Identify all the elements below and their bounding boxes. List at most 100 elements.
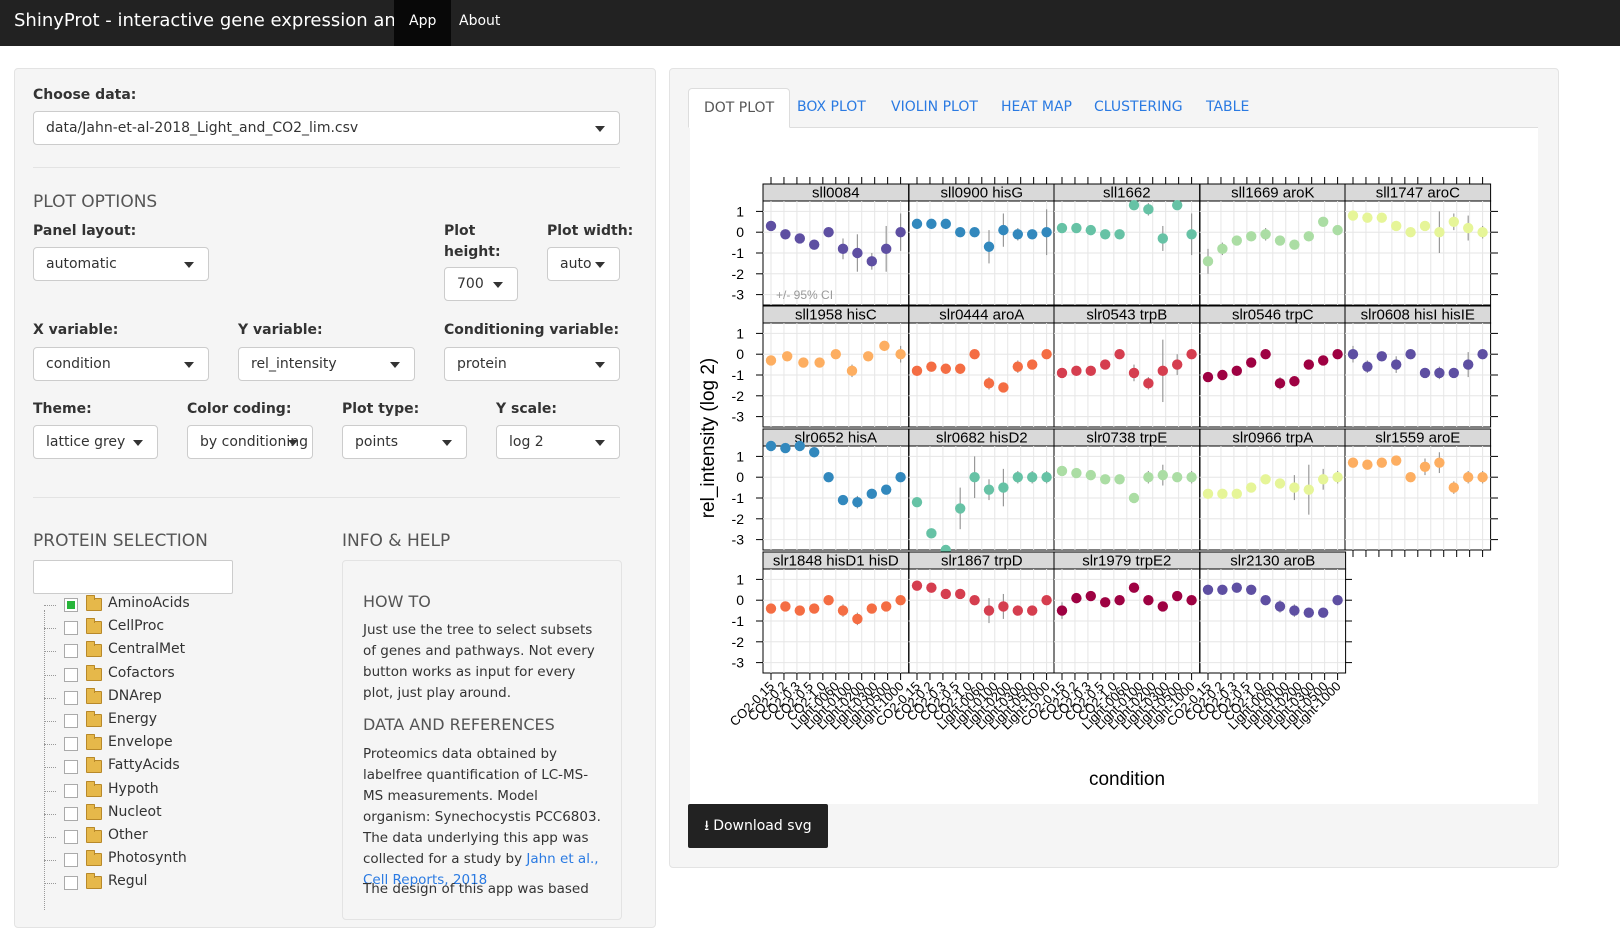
y-tick-label: 0 <box>736 224 744 240</box>
data-point <box>1056 605 1068 616</box>
data-point <box>1041 227 1052 238</box>
folder-icon <box>86 780 102 797</box>
plot-width-select[interactable]: auto <box>547 247 620 281</box>
protein-search-input[interactable] <box>33 560 233 594</box>
y-tick-label: -1 <box>732 245 745 261</box>
data-point <box>1128 582 1140 593</box>
nav-tab-app[interactable]: App <box>394 0 452 46</box>
chevron-down-icon <box>288 440 298 446</box>
data-point <box>794 440 805 452</box>
tree-item[interactable]: Regul <box>30 872 330 894</box>
tree-item[interactable]: Cofactors <box>30 664 330 686</box>
chevron-down-icon <box>595 126 605 132</box>
plot-type-select[interactable]: points <box>342 425 467 459</box>
y-scale-select[interactable]: log 2 <box>496 425 620 459</box>
checkbox[interactable] <box>64 667 78 682</box>
checkbox[interactable] <box>64 853 78 868</box>
data-point <box>1172 359 1183 370</box>
checkbox[interactable] <box>64 760 78 775</box>
tree-item[interactable]: Envelope <box>30 733 330 755</box>
checkbox[interactable] <box>64 690 78 705</box>
data-point <box>1041 349 1052 360</box>
data-point <box>814 357 825 368</box>
folder-icon <box>86 595 102 611</box>
tree-item[interactable]: CellProc <box>30 617 330 639</box>
tree-connector <box>44 605 56 606</box>
tree-item[interactable]: Energy <box>30 710 330 732</box>
data-point <box>940 588 951 600</box>
panel-strip-label: sll0084 <box>812 185 860 202</box>
theme-value: lattice grey <box>46 434 126 450</box>
folder-icon <box>86 803 102 820</box>
choose-data-select[interactable]: data/Jahn-et-al-2018_Light_and_CO2_lim.c… <box>33 111 620 145</box>
data-point <box>1405 349 1416 360</box>
data-point <box>1071 365 1082 377</box>
x-axis-title: condition <box>1089 769 1165 790</box>
y-tick-label: 0 <box>736 592 744 608</box>
color-coding-label: Color coding: <box>187 401 292 417</box>
tree-item[interactable]: AminoAcids <box>30 594 330 616</box>
tab-table[interactable]: TABLE <box>1191 88 1264 128</box>
data-point <box>1114 474 1125 485</box>
data-point <box>1347 349 1359 360</box>
data-point <box>1217 584 1228 595</box>
tab-box-plot[interactable]: BOX PLOT <box>782 88 881 128</box>
data-point <box>1186 472 1197 483</box>
checkbox[interactable] <box>64 830 78 844</box>
checkbox[interactable] <box>64 876 78 891</box>
color-coding-select[interactable]: by conditioning <box>187 425 313 459</box>
tab-clustering[interactable]: CLUSTERING <box>1079 88 1198 128</box>
app-title[interactable]: ShinyProt - interactive gene expression … <box>14 10 446 31</box>
tree-item[interactable]: FattyAcids <box>30 756 330 778</box>
data-point <box>1391 455 1402 466</box>
data-point <box>1303 607 1315 618</box>
checkbox[interactable] <box>64 737 78 752</box>
download-svg-button[interactable]: ⭳ Download svg <box>688 804 828 848</box>
plot-height-select[interactable]: 700 <box>444 267 518 301</box>
tree-item[interactable]: CentralMet <box>30 640 330 662</box>
tree-item[interactable]: Other <box>30 826 330 848</box>
nav-tab-about[interactable]: About <box>444 0 515 46</box>
tree-item[interactable]: DNArep <box>30 687 330 709</box>
checkbox[interactable] <box>64 598 78 612</box>
data-point <box>1332 595 1343 606</box>
tab-dot-plot[interactable]: DOT PLOT <box>688 88 791 128</box>
tree-item[interactable]: Hypoth <box>30 780 330 802</box>
data-point <box>1303 231 1315 242</box>
checkbox[interactable] <box>64 644 78 659</box>
x-variable-select[interactable]: condition <box>33 347 209 381</box>
data-point <box>1419 461 1431 472</box>
conditioning-variable-select[interactable]: protein <box>444 347 620 381</box>
tab-heat-map[interactable]: HEAT MAP <box>986 88 1087 128</box>
y-variable-select[interactable]: rel_intensity <box>238 347 415 381</box>
folder-icon <box>86 757 102 774</box>
tree-connector <box>44 860 56 862</box>
checkbox[interactable] <box>64 806 78 821</box>
data-point <box>926 582 937 593</box>
data-point <box>1085 469 1097 481</box>
panel-strip-label: sll1958 hisC <box>795 307 877 324</box>
panel-layout-select[interactable]: automatic <box>33 247 209 281</box>
theme-select[interactable]: lattice grey <box>33 425 158 459</box>
data-point <box>1332 224 1343 236</box>
data-references-body: Proteomics data obtained by labelfree qu… <box>363 746 601 867</box>
tree-item-label: Hypoth <box>108 780 159 797</box>
checkbox[interactable] <box>64 783 78 798</box>
tree-item[interactable]: Photosynth <box>30 849 330 871</box>
data-point <box>1274 235 1286 246</box>
data-point <box>1027 605 1038 616</box>
checkbox[interactable] <box>64 714 78 728</box>
data-point <box>1012 605 1023 616</box>
y-tick-label: -3 <box>732 655 745 671</box>
data-point <box>998 382 1009 393</box>
plot-type-value: points <box>355 434 398 450</box>
data-point <box>794 233 805 244</box>
data-point <box>837 605 849 616</box>
panel-strip-label: slr1867 trpD <box>941 553 1023 570</box>
data-point <box>1289 605 1300 616</box>
checkbox[interactable] <box>64 621 78 636</box>
folder-icon <box>86 734 102 751</box>
tree-item[interactable]: Nucleot <box>30 803 330 825</box>
tab-violin-plot[interactable]: VIOLIN PLOT <box>876 88 993 128</box>
data-point <box>1274 378 1286 389</box>
